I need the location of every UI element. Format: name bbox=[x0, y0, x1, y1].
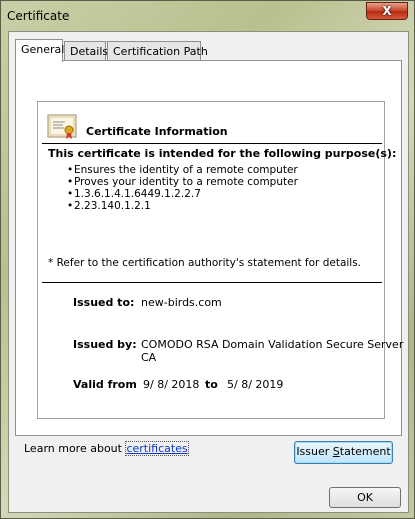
certificate-info-heading: Certificate Information bbox=[86, 125, 228, 138]
issued-by-value-continued: CA bbox=[141, 351, 157, 364]
valid-from-value: 9/ 8/ 2018 bbox=[143, 378, 200, 391]
issued-by-label: Issued by: bbox=[73, 338, 137, 351]
certificate-dialog: Certificate X General Details Certificat… bbox=[0, 0, 415, 519]
certificate-icon bbox=[47, 114, 77, 139]
ok-button[interactable]: OK bbox=[329, 487, 401, 508]
list-item: Ensures the identity of a remote compute… bbox=[72, 164, 298, 176]
close-icon: X bbox=[382, 4, 392, 18]
title-bar[interactable]: Certificate X bbox=[1, 1, 414, 31]
issuer-statement-label: Issuer Statement bbox=[296, 445, 391, 458]
issuer-statement-button[interactable]: Issuer Statement bbox=[294, 441, 393, 464]
issued-to-value: new-birds.com bbox=[141, 296, 222, 309]
divider bbox=[42, 282, 382, 283]
issued-by-value: COMODO RSA Domain Validation Secure Serv… bbox=[141, 338, 404, 351]
valid-from-label: Valid from bbox=[73, 378, 137, 391]
tab-details[interactable]: Details bbox=[64, 41, 108, 61]
certificates-link[interactable]: certificates bbox=[125, 441, 189, 456]
issued-to-label: Issued to: bbox=[73, 296, 135, 309]
tab-certification-path[interactable]: Certification Path bbox=[107, 41, 208, 61]
general-tab-panel: Certificate Information This certificate… bbox=[15, 60, 403, 464]
dialog-body: General Details Certification Path Certi… bbox=[8, 31, 409, 513]
purpose-list: Ensures the identity of a remote compute… bbox=[72, 164, 298, 212]
learn-more-text: Learn more about certificates bbox=[24, 441, 189, 456]
window-title: Certificate bbox=[7, 9, 70, 23]
tab-general[interactable]: General bbox=[15, 39, 64, 62]
divider bbox=[42, 143, 382, 144]
purpose-heading: This certificate is intended for the fol… bbox=[48, 147, 397, 160]
list-item: 1.3.6.1.4.1.6449.1.2.2.7 bbox=[72, 188, 298, 200]
list-item: Proves your identity to a remote compute… bbox=[72, 176, 298, 188]
valid-to-label: to bbox=[205, 378, 218, 391]
close-button[interactable]: X bbox=[366, 2, 408, 20]
certificate-info-box: Certificate Information This certificate… bbox=[37, 101, 403, 419]
valid-to-value: 5/ 8/ 2019 bbox=[227, 378, 284, 391]
list-item: 2.23.140.1.2.1 bbox=[72, 200, 298, 212]
refer-note: * Refer to the certification authority's… bbox=[48, 257, 362, 269]
